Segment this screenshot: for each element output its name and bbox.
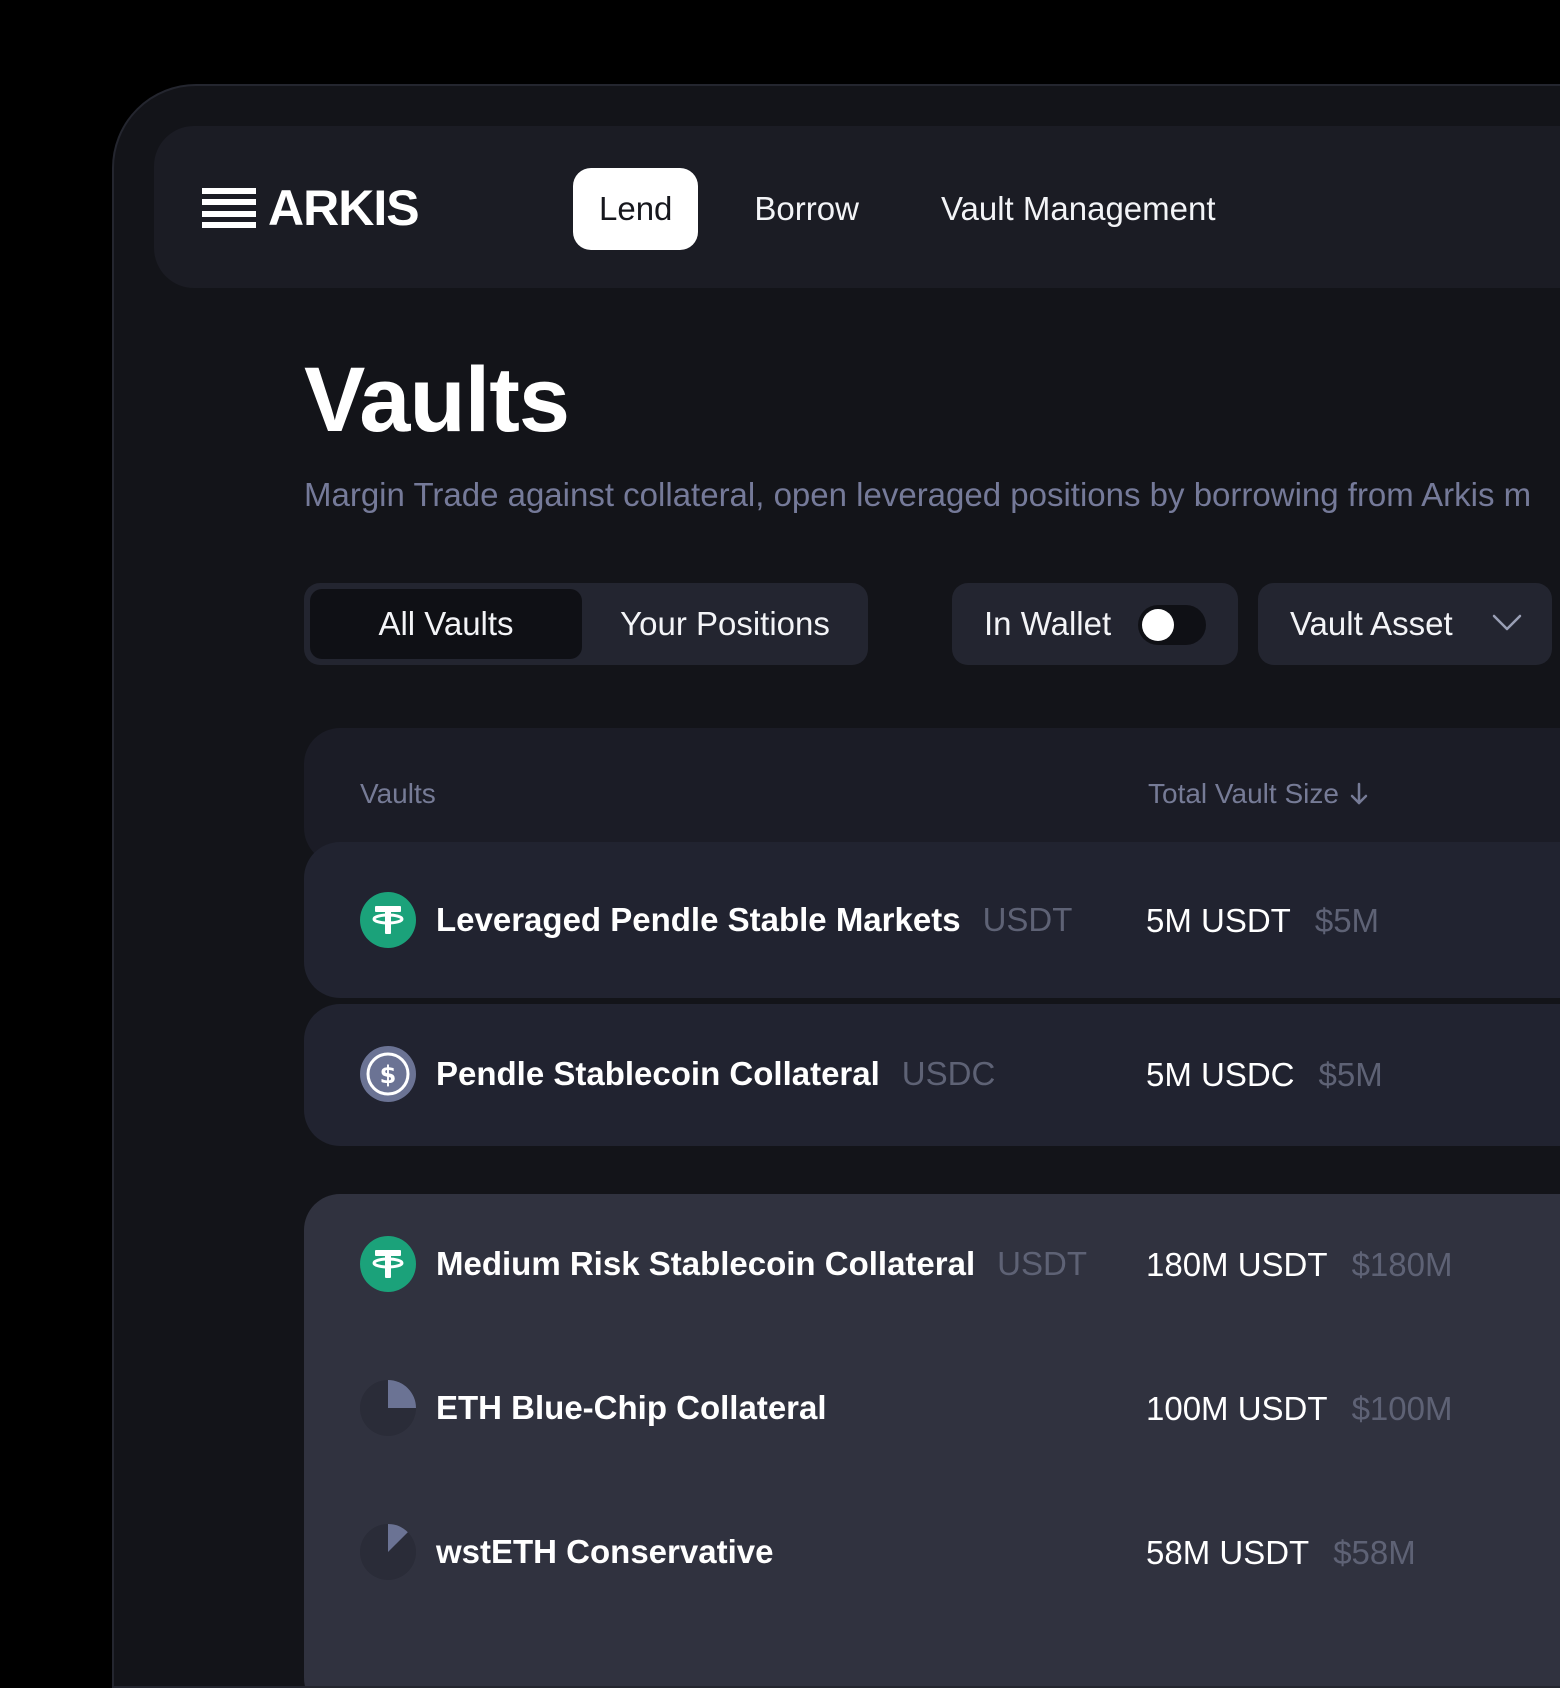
vault-cell[interactable]: wstETH Conservative bbox=[360, 1524, 773, 1580]
vault-asset: USDC bbox=[901, 1055, 996, 1092]
vault-name: Medium Risk Stablecoin Collateral bbox=[436, 1245, 976, 1282]
page-description: Margin Trade against collateral, open le… bbox=[304, 476, 1532, 513]
vault-size-usd: $5M bbox=[1314, 902, 1380, 939]
vault-size: 180M USDT bbox=[1146, 1246, 1328, 1283]
svg-text:$: $ bbox=[380, 1061, 397, 1089]
vault-cell[interactable]: ETH Blue-Chip Collateral bbox=[360, 1380, 827, 1436]
vault-size-usd: $180M bbox=[1351, 1246, 1453, 1283]
vault-size-usd: $5M bbox=[1318, 1056, 1383, 1093]
column-header-total-vault-size[interactable]: Total Vault Size bbox=[1148, 778, 1369, 810]
nav-borrow[interactable]: Borrow bbox=[728, 168, 885, 250]
vault-cell: Leveraged Pendle Stable Markets USDT bbox=[360, 892, 1072, 948]
vault-size: 5M USDT bbox=[1146, 902, 1291, 939]
tether-icon bbox=[360, 892, 416, 948]
page-title: Vaults bbox=[304, 349, 570, 451]
pie-icon bbox=[360, 1380, 416, 1436]
vault-cell[interactable]: Medium Risk Stablecoin Collateral USDT bbox=[360, 1236, 1087, 1292]
column-header-vaults: Vaults bbox=[360, 778, 436, 809]
vault-name: Pendle Stablecoin Collateral bbox=[436, 1055, 880, 1092]
vault-size-cell: 58M USDT $58M bbox=[1146, 1534, 1416, 1572]
vault-size-cell: 180M USDT $180M bbox=[1146, 1246, 1452, 1284]
vault-asset-dropdown[interactable]: Vault Asset bbox=[1258, 583, 1552, 665]
vault-asset: USDT bbox=[997, 1245, 1087, 1282]
brand-name: ARKIS bbox=[268, 180, 420, 236]
vault-cell: $ Pendle Stablecoin Collateral USDC bbox=[360, 1046, 995, 1102]
tether-icon bbox=[360, 1236, 416, 1292]
arrow-down-icon bbox=[1350, 782, 1368, 805]
vault-size-usd: $100M bbox=[1351, 1390, 1453, 1427]
vault-name: Leveraged Pendle Stable Markets bbox=[436, 901, 961, 938]
tab-your-positions[interactable]: Your Positions bbox=[588, 589, 862, 659]
vault-filter-segmented-control: All Vaults Your Positions bbox=[304, 583, 868, 665]
chevron-down-icon bbox=[1492, 614, 1522, 631]
vault-asset: USDT bbox=[982, 901, 1073, 938]
in-wallet-filter[interactable]: In Wallet bbox=[952, 583, 1238, 665]
table-row[interactable]: $ Pendle Stablecoin Collateral USDC 5M U… bbox=[304, 1004, 1560, 1146]
tab-all-vaults[interactable]: All Vaults bbox=[310, 589, 582, 659]
vault-name: ETH Blue-Chip Collateral bbox=[436, 1389, 827, 1426]
vault-asset-label: Vault Asset bbox=[1290, 605, 1453, 642]
brand-logo[interactable]: ARKIS bbox=[202, 180, 420, 236]
usdc-icon: $ bbox=[360, 1046, 416, 1102]
in-wallet-label: In Wallet bbox=[984, 605, 1112, 642]
pie-icon bbox=[360, 1524, 416, 1580]
table-row[interactable]: Leveraged Pendle Stable Markets USDT 5M … bbox=[304, 842, 1560, 998]
vault-size: 5M USDC bbox=[1146, 1056, 1295, 1093]
vault-size: 100M USDT bbox=[1146, 1390, 1328, 1427]
nav-lend[interactable]: Lend bbox=[573, 168, 699, 250]
nav-vault-management[interactable]: Vault Management bbox=[915, 168, 1242, 250]
arkis-logo-icon bbox=[202, 188, 256, 228]
table-row-group: Medium Risk Stablecoin Collateral USDT 1… bbox=[304, 1194, 1560, 1686]
vault-size-cell: 5M USDT $5M bbox=[1146, 902, 1379, 940]
vault-size-cell: 5M USDC $5M bbox=[1146, 1056, 1383, 1094]
main-nav: Lend Borrow Vault Management bbox=[573, 168, 1272, 250]
in-wallet-switch[interactable] bbox=[1138, 605, 1206, 645]
switch-knob bbox=[1142, 609, 1174, 641]
vault-size-usd: $58M bbox=[1333, 1534, 1416, 1571]
total-vault-size-label: Total Vault Size bbox=[1148, 778, 1339, 809]
vault-size: 58M USDT bbox=[1146, 1534, 1310, 1571]
vault-size-cell: 100M USDT $100M bbox=[1146, 1390, 1452, 1428]
app-window: ARKIS Lend Borrow Vault Management Vault… bbox=[112, 84, 1560, 1688]
top-navigation-bar: ARKIS Lend Borrow Vault Management bbox=[154, 126, 1560, 288]
vault-name: wstETH Conservative bbox=[436, 1533, 774, 1570]
